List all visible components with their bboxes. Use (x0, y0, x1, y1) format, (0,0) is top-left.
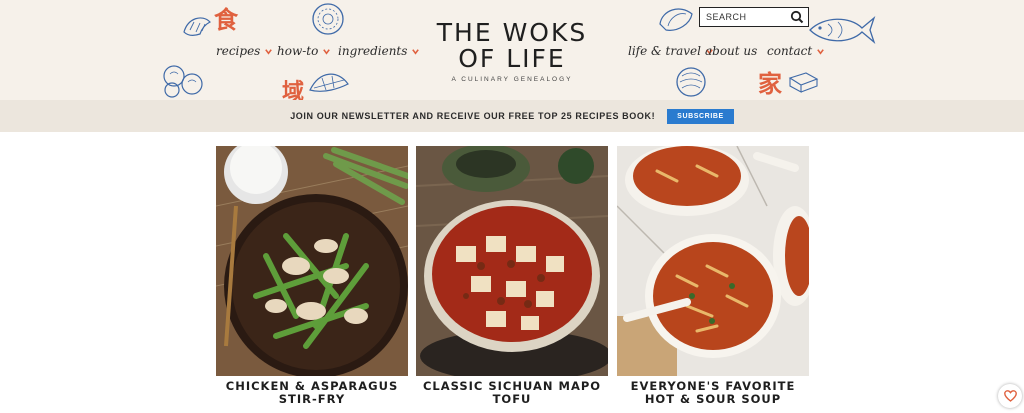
nav-about-us[interactable]: about us (705, 44, 757, 58)
site-header: 食 域 recipes how-to ingredients THE WOKS … (0, 0, 1024, 100)
chevron-down-icon (265, 48, 273, 55)
search-box[interactable] (699, 7, 809, 27)
logo-tagline: A CULINARY GENEALOGY (451, 76, 573, 83)
subscribe-button[interactable]: SUBSCRIBE (667, 108, 734, 124)
chevron-down-icon (412, 48, 420, 55)
shrimp-icon (183, 17, 212, 36)
heart-icon (1003, 390, 1017, 402)
nav-how-to-label: how-to (277, 44, 319, 58)
logo-line-1: THE WOKS (436, 18, 588, 47)
site-logo[interactable]: THE WOKS OF LIFE A CULINARY GENEALOGY (422, 18, 602, 84)
recipe-card-hot-sour-soup[interactable]: EVERYONE'S FAVORITE HOT & SOUR SOUP (617, 146, 809, 406)
nav-contact-label: contact (767, 44, 813, 58)
nav-recipes[interactable]: recipes (216, 44, 273, 58)
recipe-title-line-2: HOT & SOUR SOUP (644, 392, 782, 406)
recipe-photo[interactable] (416, 146, 608, 376)
nav-ingredients-label: ingredients (338, 44, 408, 58)
chinese-character-home: 家 (758, 69, 782, 98)
chevron-down-icon (817, 48, 825, 55)
fish-icon (809, 16, 876, 44)
nav-life-travel[interactable]: life & travel (628, 44, 714, 58)
nav-life-travel-label: life & travel (628, 44, 701, 58)
newsletter-bar: JOIN OUR NEWSLETTER AND RECEIVE OUR FREE… (0, 100, 1024, 132)
chinese-character-food: 食 (214, 5, 238, 34)
recipe-photo[interactable] (216, 146, 408, 376)
nav-contact[interactable]: contact (767, 44, 825, 58)
recipe-card-mapo-tofu[interactable]: CLASSIC SICHUAN MAPO TOFU (416, 146, 608, 406)
chevron-down-icon (323, 48, 331, 55)
tofu-block-icon (788, 72, 819, 93)
recipe-title-line-2: TOFU (492, 392, 532, 406)
dumpling-icon (163, 65, 203, 98)
recipe-title[interactable]: CLASSIC SICHUAN MAPO TOFU (416, 380, 608, 406)
search-icon[interactable] (790, 10, 804, 24)
recipe-card-chicken-asparagus[interactable]: CHICKEN & ASPARAGUS STIR-FRY (216, 146, 408, 406)
recipe-photo[interactable] (617, 146, 809, 376)
nav-how-to[interactable]: how-to (277, 44, 331, 58)
bok-choy-icon (309, 73, 349, 92)
search-input[interactable] (706, 12, 786, 22)
bowl-icon (312, 3, 344, 35)
logo-line-2: OF LIFE (458, 44, 566, 73)
nav-about-us-label: about us (705, 44, 758, 58)
nav-ingredients[interactable]: ingredients (338, 44, 420, 58)
dumpling-icon (676, 67, 706, 97)
newsletter-text: JOIN OUR NEWSLETTER AND RECEIVE OUR FREE… (290, 111, 656, 121)
chinese-character-city: 域 (282, 79, 305, 100)
recipe-title[interactable]: CHICKEN & ASPARAGUS STIR-FRY (216, 380, 408, 406)
cabbage-icon (659, 8, 693, 31)
recipe-title-line-2: STIR-FRY (278, 392, 346, 406)
recipe-title[interactable]: EVERYONE'S FAVORITE HOT & SOUR SOUP (617, 380, 809, 406)
favorite-button[interactable] (998, 384, 1022, 408)
nav-recipes-label: recipes (216, 44, 261, 58)
